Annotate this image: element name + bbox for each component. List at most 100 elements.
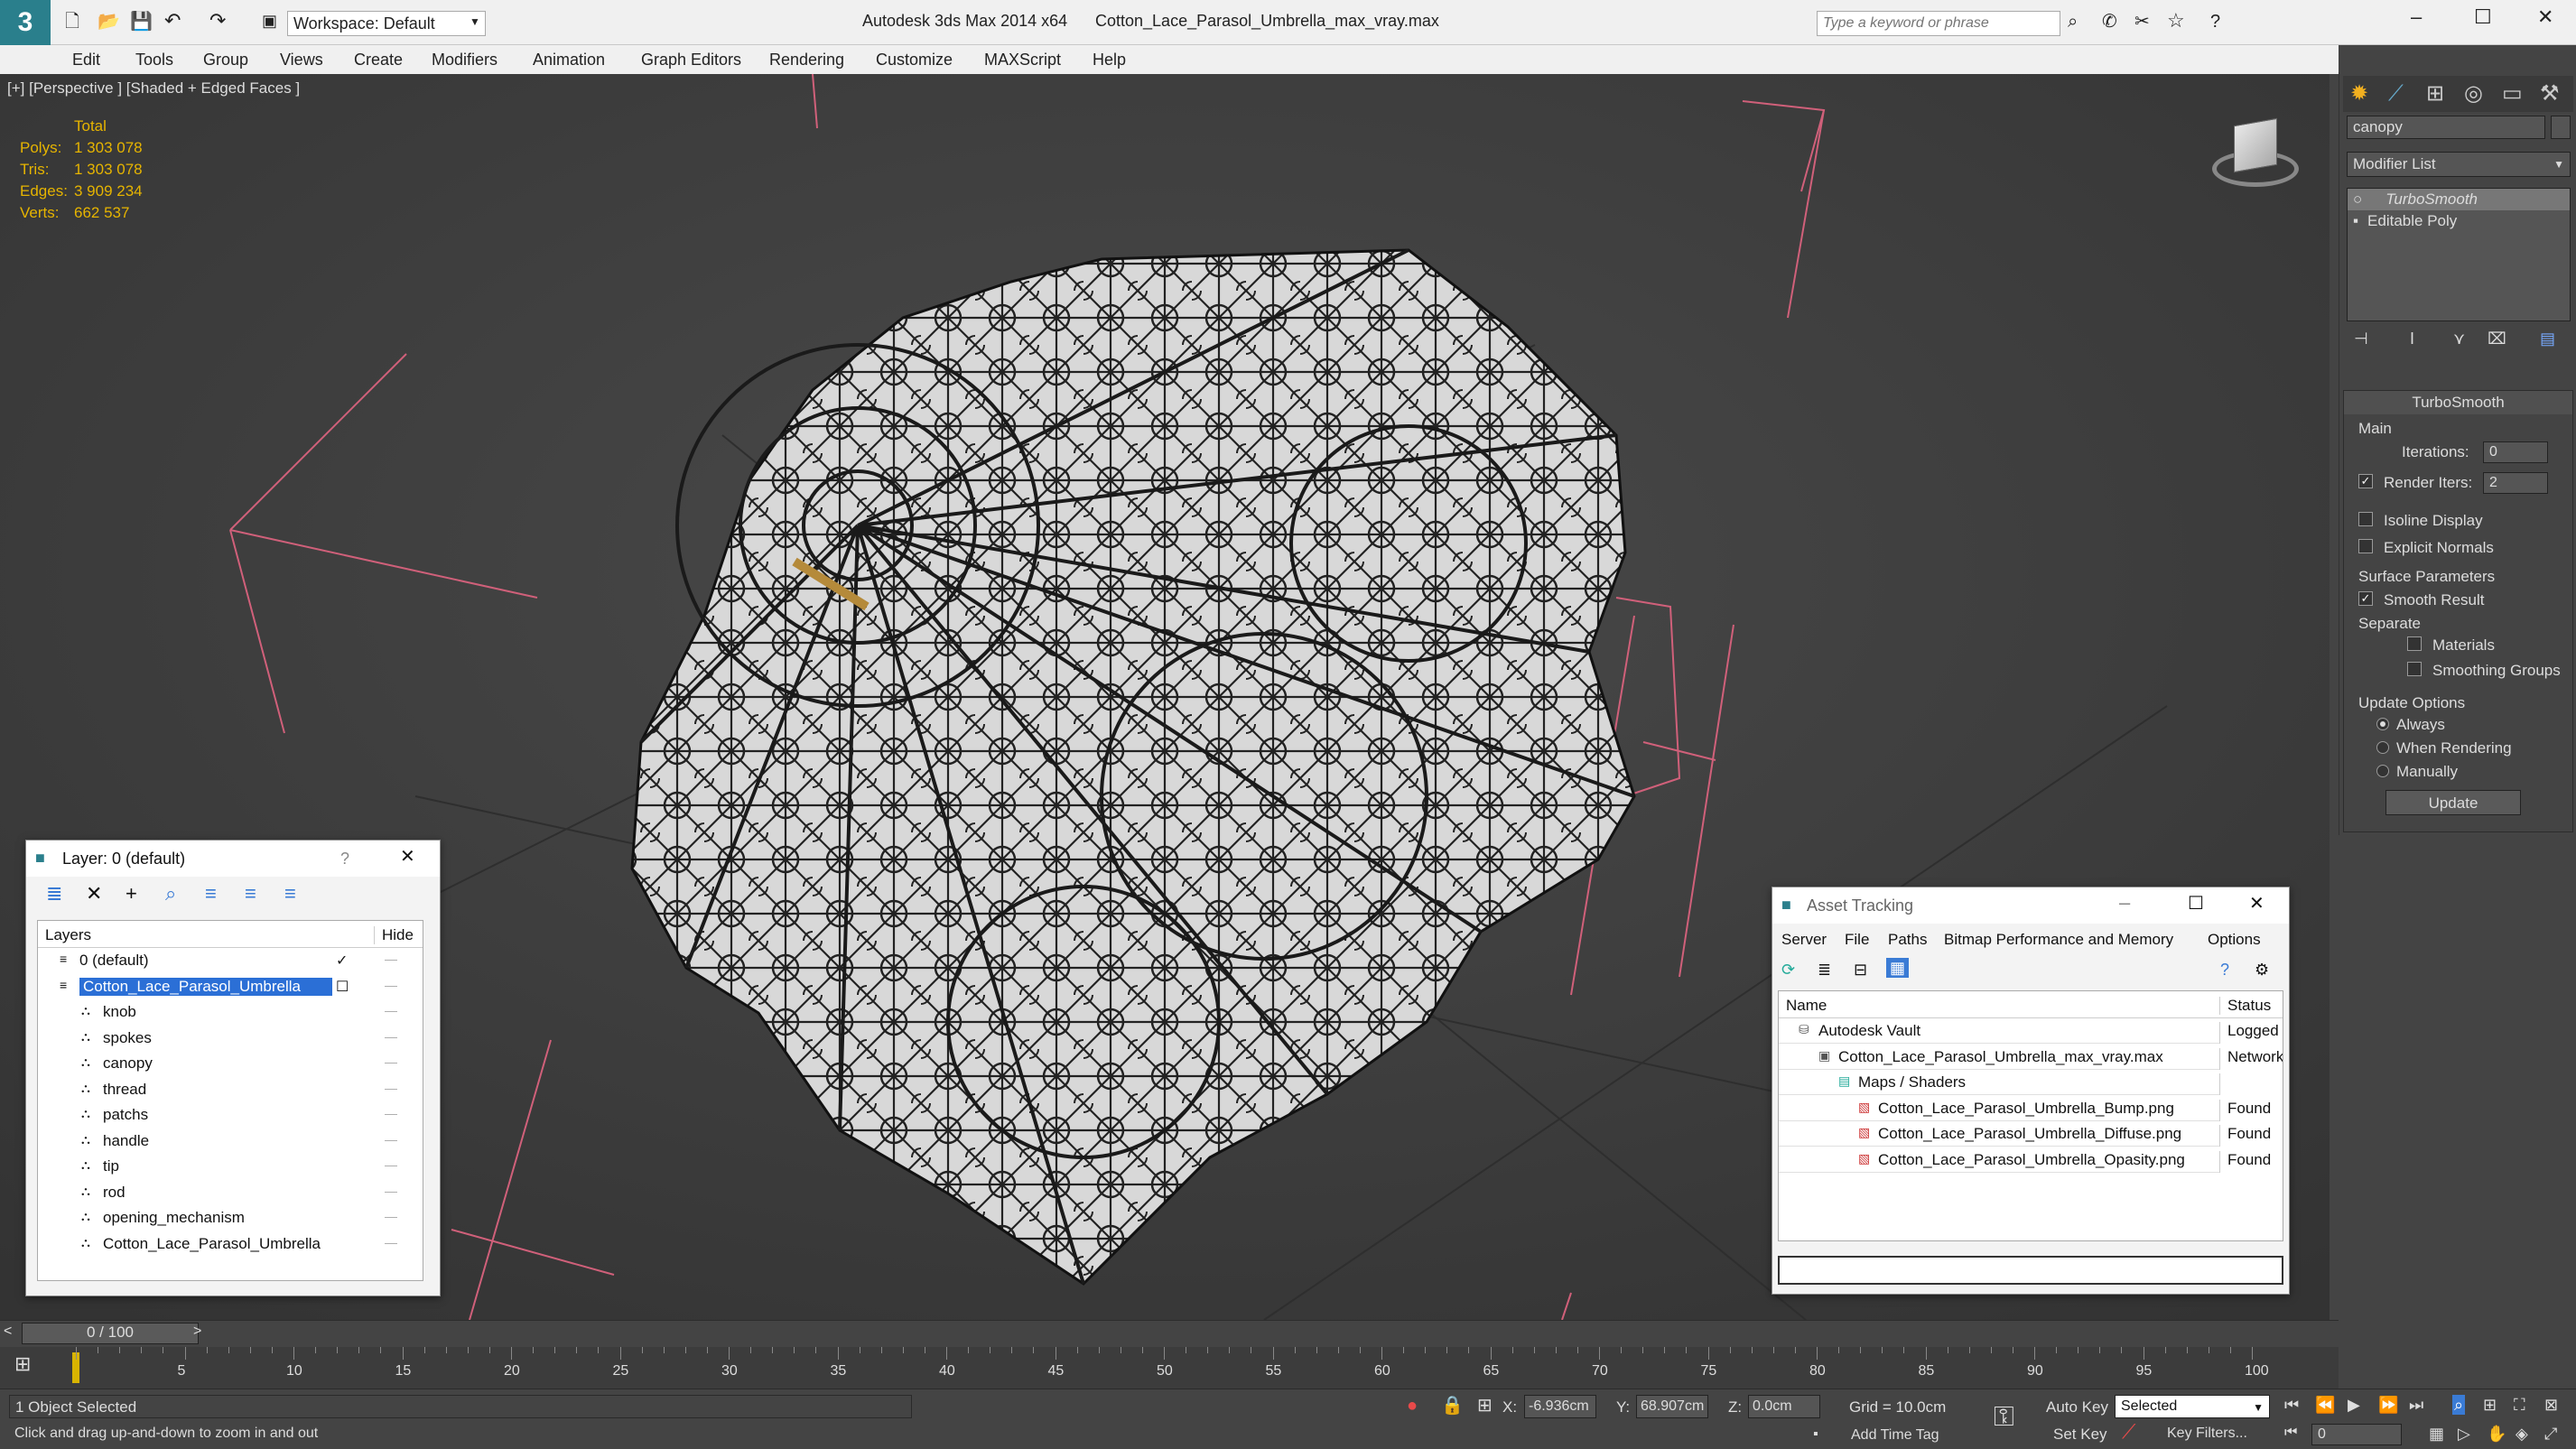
- object-icon[interactable]: ⛬: [81, 1029, 90, 1045]
- search-field[interactable]: [1818, 12, 2060, 35]
- smooth-result-checkbox[interactable]: ✓: [2358, 591, 2373, 606]
- object-icon[interactable]: ⛬: [81, 1184, 90, 1199]
- smoothing-groups-checkbox[interactable]: [2407, 662, 2422, 676]
- open-file-icon[interactable]: 📂: [98, 13, 120, 31]
- hide-toggle[interactable]: —: [385, 1235, 397, 1249]
- layer-row[interactable]: ⛬ handle —: [38, 1129, 423, 1155]
- menu-modifiers[interactable]: Modifiers: [432, 51, 498, 70]
- menu-group[interactable]: Group: [203, 51, 248, 70]
- favorites-icon[interactable]: ☆: [2167, 11, 2185, 31]
- close-icon[interactable]: ✕: [400, 848, 415, 866]
- layer-row[interactable]: ≡ Cotton_Lace_Parasol_Umbrella — ☐: [38, 973, 423, 999]
- add-time-tag-button[interactable]: Add Time Tag: [1851, 1427, 1939, 1444]
- auto-key-button[interactable]: Auto Key: [2046, 1398, 2108, 1416]
- pan-icon[interactable]: ✋: [2487, 1426, 2506, 1442]
- explicit-normals-checkbox[interactable]: [2358, 539, 2373, 553]
- goto-start-icon[interactable]: ⏮: [2284, 1397, 2299, 1413]
- lightbulb-icon[interactable]: ○: [2353, 190, 2362, 208]
- key-mode-select[interactable]: Selected ▼: [2115, 1395, 2270, 1418]
- set-key-button[interactable]: Set Key: [2053, 1426, 2107, 1444]
- refresh-icon[interactable]: ⟳: [1781, 961, 1795, 978]
- layer-row[interactable]: ⛬ knob —: [38, 999, 423, 1026]
- configure-sets-icon[interactable]: ▤: [2540, 330, 2555, 347]
- menu-maxscript[interactable]: MAXScript: [984, 51, 1061, 70]
- create-layer-icon[interactable]: ≣: [46, 884, 62, 904]
- menu-help[interactable]: Help: [1093, 51, 1126, 70]
- menu-create[interactable]: Create: [354, 51, 403, 70]
- close-icon[interactable]: ✕: [2249, 895, 2264, 913]
- make-unique-icon[interactable]: ⋎: [2453, 330, 2465, 347]
- asset-menu-file[interactable]: File: [1845, 931, 1869, 949]
- expand-icon[interactable]: ▪: [2353, 212, 2358, 229]
- set-key-icon[interactable]: ⚿: [1994, 1404, 2014, 1431]
- layer-row[interactable]: ⛬ opening_mechanism —: [38, 1205, 423, 1231]
- exchange-icon[interactable]: ✂: [2134, 13, 2150, 31]
- layer-row[interactable]: ⛬ Cotton_Lace_Parasol_Umbrella —: [38, 1231, 423, 1258]
- layers-column-header[interactable]: Layers: [45, 926, 91, 944]
- layer-row[interactable]: ⛬ patchs —: [38, 1102, 423, 1129]
- stack-item-editable-poly[interactable]: ▪ Editable Poly: [2348, 210, 2570, 232]
- layer-row[interactable]: ⛬ thread —: [38, 1077, 423, 1103]
- menu-edit[interactable]: Edit: [72, 51, 100, 70]
- layer-icon[interactable]: ≡: [60, 952, 67, 966]
- layer-icon[interactable]: ≡: [60, 978, 67, 992]
- hide-toggle[interactable]: —: [385, 1209, 397, 1223]
- app-logo[interactable]: 3: [0, 0, 51, 45]
- stack-item-turbosmooth[interactable]: ○ TurboSmooth: [2348, 189, 2570, 210]
- menu-animation[interactable]: Animation: [533, 51, 605, 70]
- isoline-checkbox[interactable]: [2358, 512, 2373, 526]
- display-tab-icon[interactable]: ▭: [2502, 83, 2523, 105]
- minimize-icon[interactable]: –: [2411, 7, 2422, 27]
- layer-row[interactable]: ⛬ rod —: [38, 1180, 423, 1206]
- x-coord-field[interactable]: -6.936cm: [1524, 1395, 1596, 1418]
- orbit-icon[interactable]: ◈: [2516, 1426, 2528, 1442]
- close-icon[interactable]: ✕: [2537, 7, 2553, 27]
- object-icon[interactable]: ⛬: [81, 1209, 90, 1224]
- render-iters-spinner[interactable]: 2: [2483, 472, 2548, 494]
- hide-toggle[interactable]: —: [385, 952, 397, 966]
- hide-toggle[interactable]: —: [385, 1106, 397, 1120]
- new-file-icon[interactable]: 🗋: [65, 13, 79, 31]
- hide-toggle[interactable]: —: [385, 1157, 397, 1172]
- materials-checkbox[interactable]: [2407, 636, 2422, 651]
- object-icon[interactable]: ⛬: [81, 1132, 90, 1147]
- zoom-extents-all-icon[interactable]: ⊠: [2544, 1397, 2558, 1413]
- add-to-layer-icon[interactable]: +: [126, 884, 137, 904]
- layer-row[interactable]: ⛬ canopy —: [38, 1051, 423, 1077]
- object-icon[interactable]: ⛬: [81, 1003, 90, 1018]
- asset-menu-paths[interactable]: Paths: [1888, 931, 1927, 949]
- highlight-layer-icon[interactable]: ≡: [205, 884, 217, 904]
- menu-rendering[interactable]: Rendering: [769, 51, 844, 70]
- layer-row[interactable]: ⛬ tip —: [38, 1154, 423, 1180]
- mini-curve-editor-icon[interactable]: ⊞: [14, 1354, 31, 1374]
- menu-views[interactable]: Views: [280, 51, 323, 70]
- redo-icon[interactable]: ↷: [209, 11, 226, 31]
- object-name-field[interactable]: canopy: [2347, 116, 2545, 139]
- communication-icon[interactable]: ✆: [2102, 13, 2117, 31]
- list-view-icon[interactable]: ≣: [1818, 961, 1831, 978]
- iterations-spinner[interactable]: 0: [2483, 441, 2548, 463]
- key-mode-icon[interactable]: ⏮: [2284, 1426, 2297, 1440]
- asset-row[interactable]: ▧ Cotton_Lace_Parasol_Umbrella_Opasity.pn…: [1779, 1147, 2283, 1173]
- object-icon[interactable]: ⛬: [81, 1235, 90, 1250]
- asset-row[interactable]: ▧ Cotton_Lace_Parasol_Umbrella_Diffuse.pn…: [1779, 1121, 2283, 1147]
- render-toggle-icon[interactable]: ☐: [336, 978, 349, 996]
- menu-customize[interactable]: Customize: [876, 51, 953, 70]
- binoculars-icon[interactable]: ⌕: [2068, 13, 2078, 31]
- name-column-header[interactable]: Name: [1786, 997, 1827, 1015]
- when-rendering-radio[interactable]: [2376, 741, 2389, 754]
- asset-row[interactable]: ▧ Cotton_Lace_Parasol_Umbrella_Bump.png Fo…: [1779, 1096, 2283, 1121]
- absolute-mode-icon[interactable]: ⊞: [1477, 1397, 1493, 1415]
- zoom-extents-icon[interactable]: ⛶: [2514, 1397, 2525, 1413]
- help-icon[interactable]: ?: [2220, 961, 2229, 978]
- hierarchy-tab-icon[interactable]: ⊞: [2426, 83, 2444, 105]
- hide-column-header[interactable]: Hide: [374, 926, 414, 944]
- hide-toggle[interactable]: —: [385, 1184, 397, 1198]
- object-color-swatch[interactable]: [2551, 116, 2571, 139]
- asset-menu-server[interactable]: Server: [1781, 931, 1827, 949]
- hide-toggle[interactable]: —: [385, 1003, 397, 1017]
- key-filters-button[interactable]: Key Filters...: [2167, 1426, 2247, 1442]
- zoom-icon[interactable]: ⌕: [2452, 1395, 2466, 1415]
- z-coord-field[interactable]: 0.0cm: [1748, 1395, 1820, 1418]
- isolate-selection-icon[interactable]: ●: [1407, 1397, 1418, 1415]
